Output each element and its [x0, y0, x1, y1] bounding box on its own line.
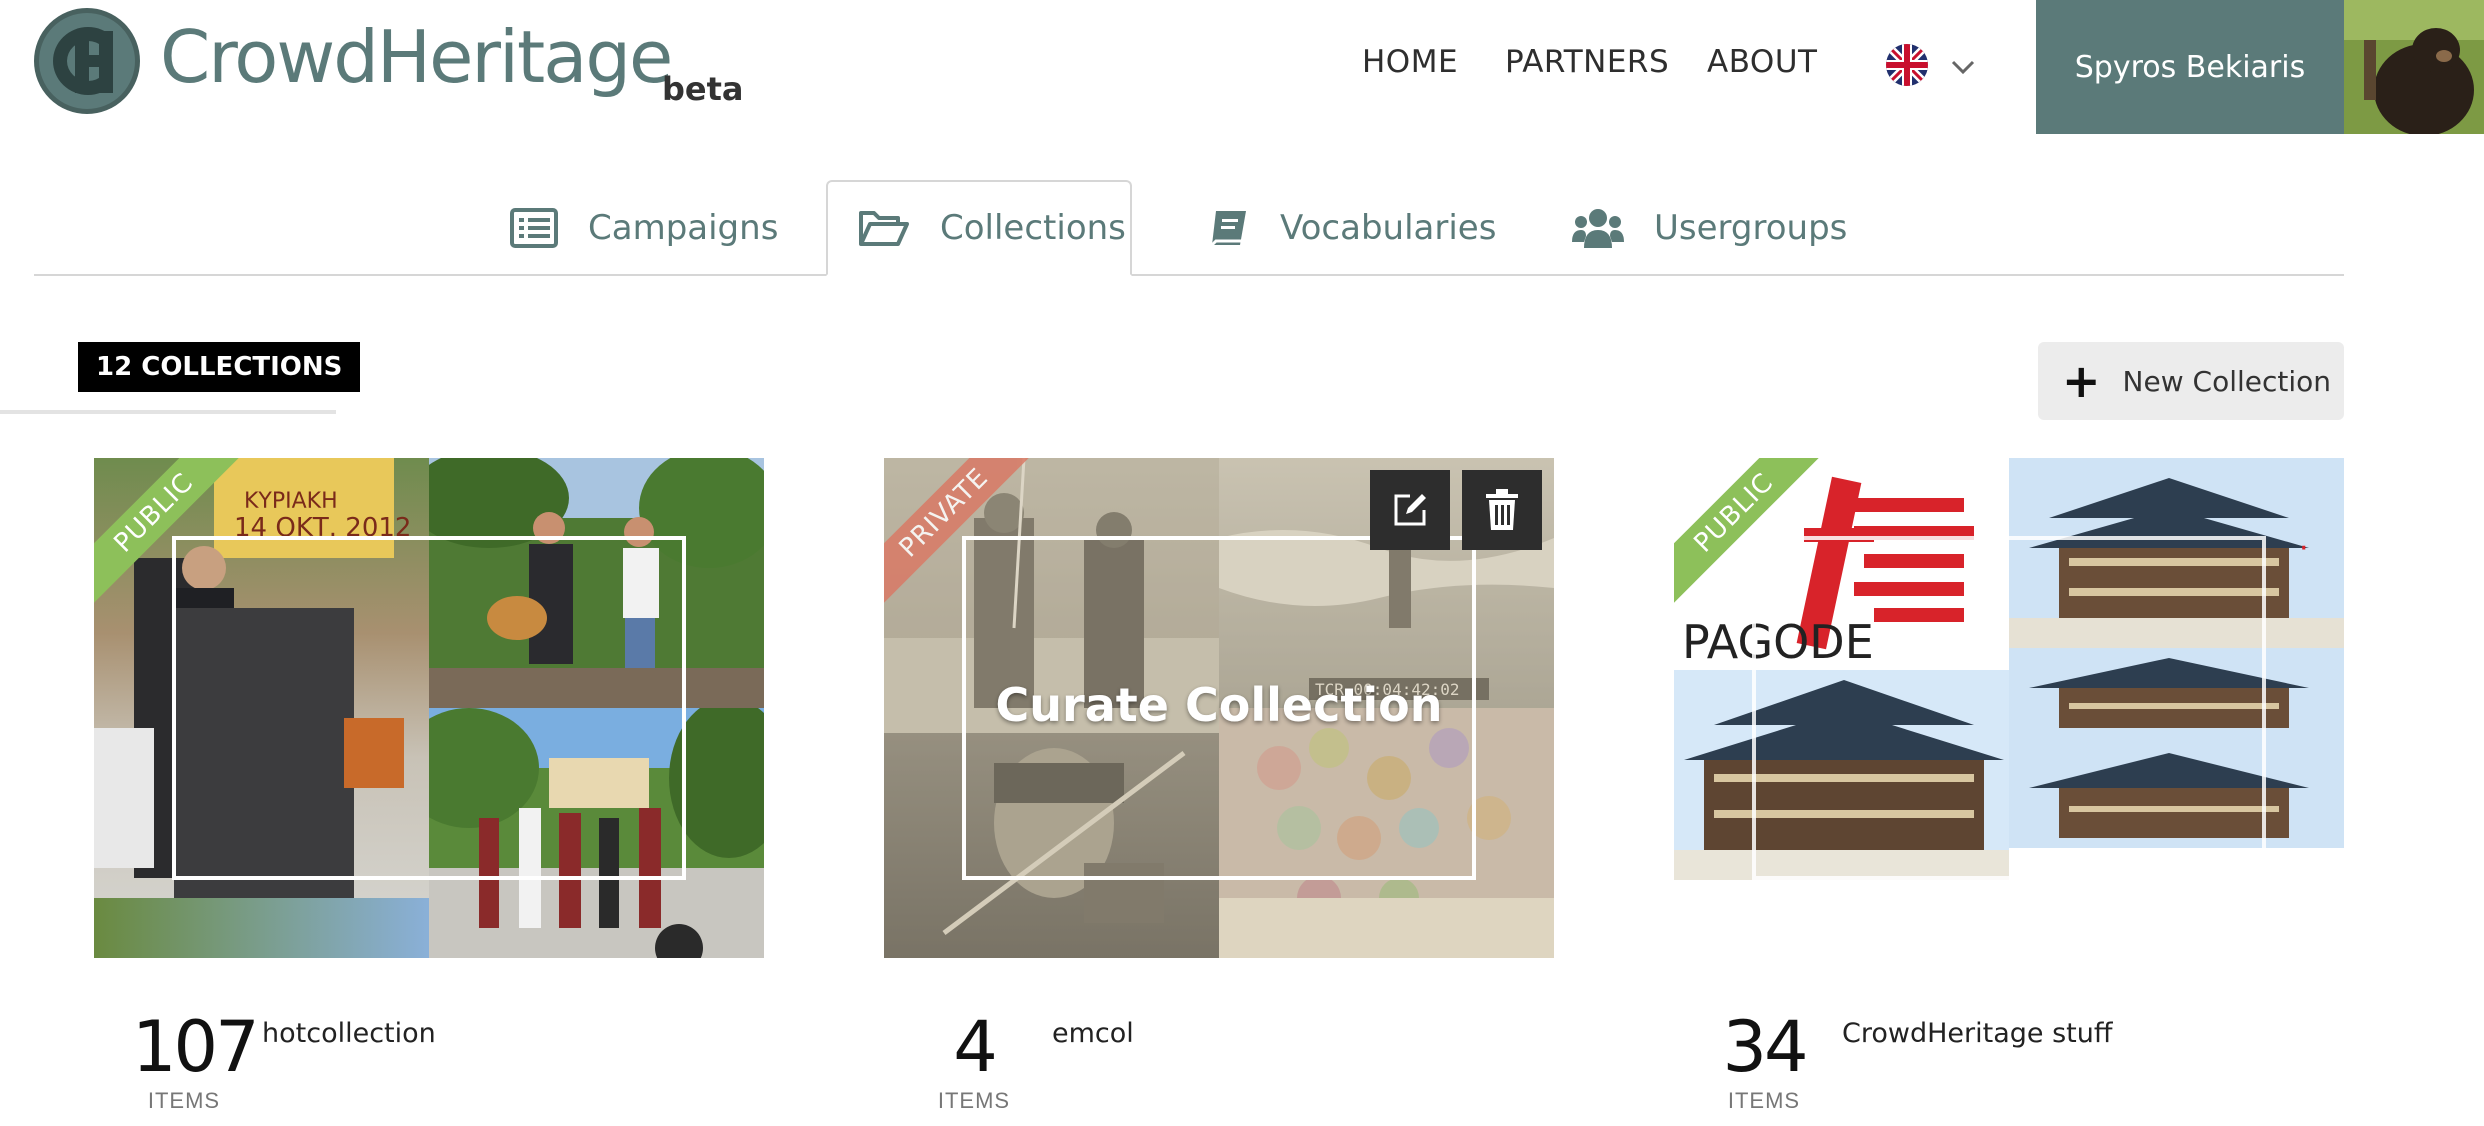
tab-collections[interactable]: Collections	[826, 180, 1132, 276]
tab-campaigns[interactable]: Campaigns	[510, 180, 780, 276]
trash-icon	[1486, 489, 1518, 530]
user-avatar[interactable]	[2344, 0, 2484, 134]
thumbnail-frame	[1752, 536, 2266, 880]
svg-text:·: ·	[2299, 531, 2309, 566]
thumbnail-frame	[172, 536, 686, 880]
collection-card[interactable]: TCR 00:04:42:02 Curate Collection PRIVAT…	[884, 458, 1554, 1118]
edit-button[interactable]	[1370, 470, 1450, 550]
item-count: 4	[953, 1006, 998, 1088]
plus-icon: +	[2062, 354, 2101, 408]
user-menu-button[interactable]: Spyros Bekiaris	[2036, 0, 2344, 134]
brand-name[interactable]: CrowdHeritage	[160, 17, 673, 97]
photo-tile	[1674, 880, 2009, 958]
tabs-divider	[34, 274, 2344, 276]
svg-text:ΚΥΡΙΑΚΗ: ΚΥΡΙΑΚΗ	[244, 489, 338, 514]
item-count: 107	[132, 1006, 260, 1088]
tab-usergroups-label: Usergroups	[1654, 208, 1848, 248]
count-underline	[0, 410, 336, 414]
tab-vocabularies-label: Vocabularies	[1280, 208, 1497, 248]
tab-collections-label: Collections	[940, 208, 1126, 248]
collection-thumbnail[interactable]: PAGODE · PUBLIC	[1674, 458, 2344, 958]
collection-name[interactable]: hotcollection	[262, 1018, 436, 1049]
delete-button[interactable]	[1462, 470, 1542, 550]
curate-collection-label[interactable]: Curate Collection	[884, 678, 1554, 732]
collection-card[interactable]: PAGODE · PUBLIC 34 ITEMS CrowdHeritage s…	[1674, 458, 2344, 1118]
collection-thumbnail[interactable]: TCR 00:04:42:02 Curate Collection PRIVAT…	[884, 458, 1554, 958]
book-icon	[1210, 211, 1246, 247]
nav-about[interactable]: ABOUT	[1707, 44, 1817, 80]
users-icon	[1572, 209, 1624, 248]
new-collection-button[interactable]: + New Collection	[2038, 342, 2344, 420]
list-icon	[510, 208, 558, 248]
beta-label: beta	[662, 70, 744, 108]
item-count: 34	[1722, 1006, 1808, 1088]
collection-name[interactable]: CrowdHeritage stuff	[1842, 1018, 2112, 1049]
collections-count-badge: 12 COLLECTIONS	[78, 342, 361, 392]
collection-card[interactable]: ΚΥΡΙΑΚΗ 14 ΟΚΤ. 2012 PUBLIC 107 ITEMS ho…	[94, 458, 764, 1118]
items-label: ITEMS	[937, 1088, 1011, 1113]
nav-partners[interactable]: PARTNERS	[1505, 44, 1669, 80]
tab-campaigns-label: Campaigns	[588, 208, 779, 248]
language-dropdown-chevron-icon[interactable]	[1950, 52, 1976, 83]
items-label: ITEMS	[147, 1088, 221, 1113]
nav-home[interactable]: HOME	[1362, 44, 1458, 80]
collection-name[interactable]: emcol	[1052, 1018, 1134, 1049]
crowdheritage-logo[interactable]	[34, 8, 140, 114]
collection-thumbnail[interactable]: ΚΥΡΙΑΚΗ 14 ΟΚΤ. 2012 PUBLIC	[94, 458, 764, 958]
edit-icon	[1394, 494, 1426, 526]
tab-vocabularies[interactable]: Vocabularies	[1208, 180, 1498, 276]
uk-flag-icon[interactable]	[1886, 44, 1928, 86]
photo-tile	[94, 898, 429, 958]
tab-usergroups[interactable]: Usergroups	[1572, 180, 1852, 276]
folder-open-icon	[859, 211, 909, 246]
items-label: ITEMS	[1727, 1088, 1801, 1113]
new-collection-label: New Collection	[2122, 364, 2332, 398]
